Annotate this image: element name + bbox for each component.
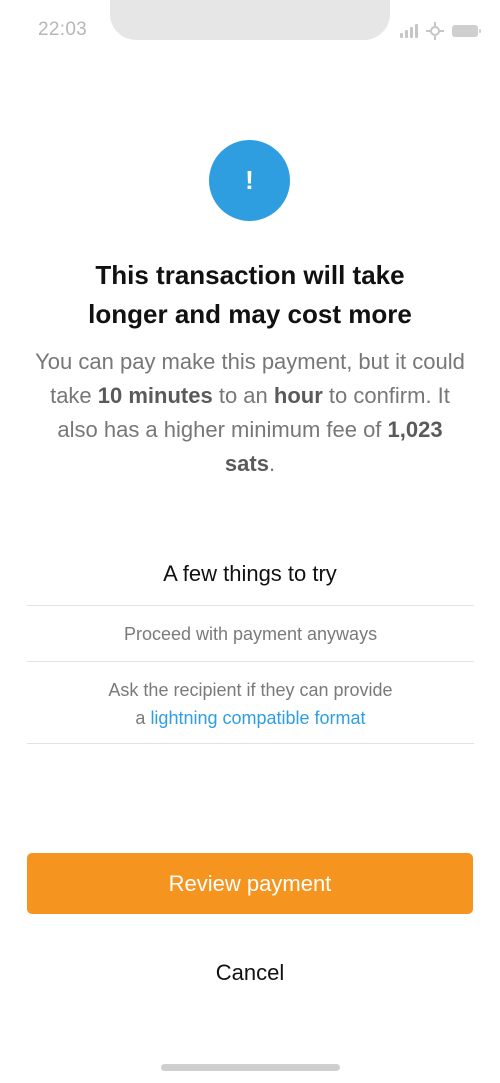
tip-proceed: Proceed with payment anyways xyxy=(27,605,474,661)
review-payment-button[interactable]: Review payment xyxy=(27,853,473,914)
title-line-2: longer and may cost more xyxy=(88,299,412,329)
page-title: This transaction will take longer and ma… xyxy=(40,256,460,334)
tips-list: Proceed with payment anyways Ask the rec… xyxy=(27,605,474,744)
cancel-button[interactable]: Cancel xyxy=(150,952,350,994)
title-line-1: This transaction will take xyxy=(95,260,405,290)
exclamation-glyph: ! xyxy=(245,165,254,195)
lightning-format-link[interactable]: lightning compatible format xyxy=(150,708,365,728)
desc-part-2: to an xyxy=(212,383,274,408)
tip-ask-prefix: a xyxy=(135,708,151,728)
desc-duration-max: hour xyxy=(273,383,323,408)
status-bar: 22:03 xyxy=(0,0,500,60)
tip-ask-recipient: Ask the recipient if they can provide a … xyxy=(27,661,474,744)
exclamation-icon: ! xyxy=(209,140,290,221)
home-indicator xyxy=(161,1064,340,1071)
device-notch xyxy=(110,0,390,40)
status-icons xyxy=(400,22,481,40)
network-icon xyxy=(426,22,444,40)
tip-ask-line-2: a lightning compatible format xyxy=(27,704,474,732)
description-text: You can pay make this payment, but it co… xyxy=(30,345,470,481)
desc-duration-min: 10 minutes xyxy=(97,383,213,408)
tips-heading: A few things to try xyxy=(163,561,337,586)
status-time: 22:03 xyxy=(38,19,88,40)
desc-part-4: . xyxy=(268,451,276,476)
tip-ask-line-1: Ask the recipient if they can provide xyxy=(108,680,393,700)
signal-icon xyxy=(400,24,418,38)
battery-icon xyxy=(452,25,481,37)
